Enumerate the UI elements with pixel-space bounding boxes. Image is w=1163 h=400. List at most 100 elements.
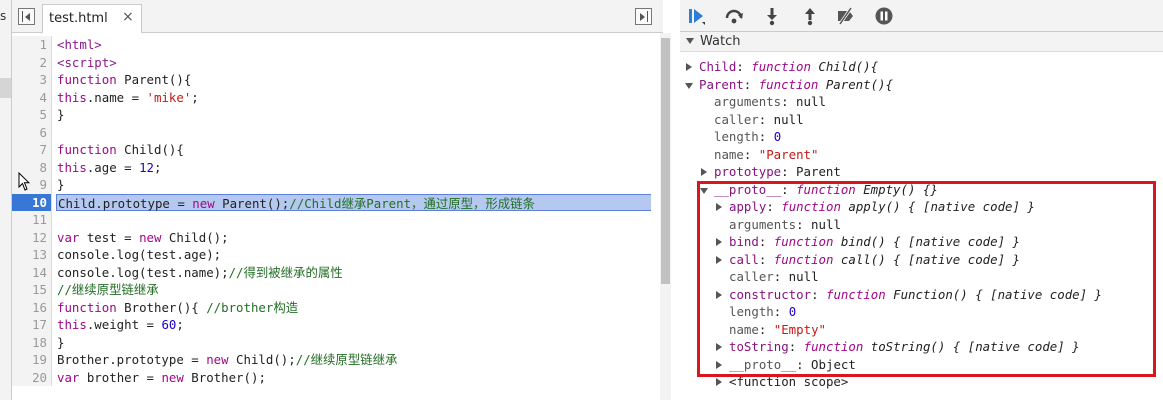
code-line[interactable]: 13 console.log(test.age);	[12, 246, 651, 264]
watch-token: name	[714, 146, 744, 162]
line-number[interactable]: 1	[12, 36, 52, 54]
code-line[interactable]: 2 <script>	[12, 53, 651, 72]
scrollbar-thumb[interactable]	[661, 38, 670, 284]
line-number[interactable]: 13	[12, 246, 52, 264]
code-line-paused[interactable]: 10 Child.prototype = new Parent();//Child…	[12, 193, 651, 211]
code-token: }	[57, 334, 65, 350]
line-number[interactable]: 2	[12, 53, 52, 71]
step-into-icon[interactable]	[762, 6, 782, 26]
watch-row-text: name: "Parent"	[714, 146, 818, 164]
watch-token: : null	[758, 111, 804, 127]
code-text: console.log(test.name);//得到被继承的属性	[57, 264, 343, 282]
watch-row: caller: null	[701, 111, 1163, 129]
watch-row[interactable]: Child: function Child(){	[686, 58, 1163, 76]
watch-row[interactable]: prototype: Parent	[701, 163, 1163, 181]
code-token: Parent();	[214, 195, 290, 211]
code-line[interactable]: 17 this.weight = 60;	[12, 316, 651, 334]
code-token: Child();	[228, 352, 296, 367]
line-number[interactable]: 11	[12, 211, 52, 229]
watch-row-text: caller: null	[714, 111, 804, 129]
code-line[interactable]: 6	[12, 123, 651, 141]
watch-token: :	[758, 129, 774, 144]
chevron-down-icon[interactable]	[685, 82, 693, 89]
pause-on-exceptions-icon[interactable]	[874, 6, 894, 26]
code-token: console.log(test.name);	[57, 264, 229, 280]
code-line[interactable]: 18}	[12, 333, 651, 351]
code-line[interactable]: 5}	[12, 106, 651, 124]
line-number[interactable]: 12	[12, 228, 52, 246]
code-line[interactable]: 12 var test = new Child();	[12, 228, 651, 246]
code-line[interactable]: 3 function Parent(){	[12, 71, 651, 89]
watch-token: prototype	[714, 164, 782, 179]
code-text: console.log(test.age);	[57, 246, 221, 264]
line-number[interactable]: 15	[12, 281, 52, 299]
step-out-icon[interactable]	[800, 6, 820, 26]
toggle-debugger-icon[interactable]	[635, 8, 652, 25]
file-tab[interactable]: test.html ×	[42, 4, 142, 33]
line-number[interactable]: 14	[12, 263, 52, 281]
code-token: brother =	[79, 369, 162, 385]
watch-row: name: "Parent"	[701, 146, 1163, 164]
watch-token: :	[743, 146, 759, 162]
code-token: .name =	[86, 89, 147, 105]
watch-token: function	[751, 59, 811, 74]
line-number[interactable]: 7	[12, 141, 52, 159]
line-number[interactable]: 16	[12, 298, 52, 316]
line-number[interactable]: 10	[12, 193, 52, 211]
line-number[interactable]: 17	[12, 316, 52, 334]
code-line[interactable]: 20 var brother = new Brother();	[12, 368, 651, 386]
editor-tab-bar: test.html ×	[12, 0, 663, 33]
code-token: Child.prototype =	[58, 195, 193, 211]
line-number[interactable]: 6	[12, 123, 52, 141]
toggle-navigator-icon[interactable]	[18, 8, 35, 25]
code-token: //继续原型链继承	[295, 352, 398, 367]
watch-row[interactable]: Parent: function Parent(){	[685, 76, 1163, 94]
code-token: function	[57, 142, 117, 157]
code-token: function	[57, 299, 117, 315]
code-token: Child(){	[116, 142, 184, 157]
left-strip-selection[interactable]	[0, 78, 11, 98]
code-line[interactable]: 15 //继续原型链继承	[12, 281, 651, 299]
line-number[interactable]: 3	[12, 71, 52, 89]
watch-token: Parent	[699, 76, 744, 92]
editor-scrollbar[interactable]	[660, 33, 671, 400]
line-number[interactable]: 18	[12, 333, 52, 351]
step-over-icon[interactable]	[724, 6, 744, 26]
code-token: 12	[139, 159, 154, 175]
watch-section-header[interactable]: Watch	[680, 32, 1163, 52]
code-token: Brother.prototype =	[57, 352, 207, 367]
code-line[interactable]: 9}	[12, 176, 651, 194]
deactivate-breakpoints-icon[interactable]	[836, 6, 856, 26]
code-token: //brother构造	[206, 299, 299, 315]
code-line[interactable]: 19 Brother.prototype = new Child();//继续原型…	[12, 351, 651, 369]
resume-icon[interactable]	[686, 6, 706, 26]
watch-row: length: 0	[701, 128, 1163, 146]
line-number[interactable]: 19	[12, 351, 52, 369]
watch-token: : null	[781, 94, 826, 109]
code-token: function	[57, 72, 117, 87]
line-number[interactable]: 5	[12, 106, 52, 124]
code-line[interactable]: 16 function Brother(){ //brother构造	[12, 298, 651, 316]
chevron-right-icon[interactable]	[716, 378, 722, 386]
code-line[interactable]: 11	[12, 211, 651, 229]
code-line[interactable]: 4 this.name = 'mike';	[12, 88, 651, 106]
left-strip-label: s	[0, 9, 7, 23]
code-text: Brother.prototype = new Child();//继续原型链继…	[57, 351, 397, 369]
code-area[interactable]: 1 <html> 2 <script> 3 function Parent(){4 this…	[12, 33, 651, 400]
code-line[interactable]: 8 this.age = 12;	[12, 158, 651, 176]
line-number[interactable]: 20	[12, 368, 52, 386]
code-token: 60	[161, 317, 177, 332]
watch-title: Watch	[700, 34, 741, 49]
code-token: .weight =	[86, 317, 162, 332]
code-token: Parent(){	[116, 72, 192, 87]
code-line[interactable]: 14 console.log(test.name);//得到被继承的属性	[12, 263, 651, 282]
chevron-down-icon[interactable]	[686, 38, 694, 44]
code-text: <script>	[57, 54, 117, 72]
chevron-right-icon[interactable]	[686, 63, 692, 71]
code-line[interactable]: 7 function Child(){	[12, 141, 651, 159]
chevron-right-icon[interactable]	[701, 168, 707, 176]
code-line[interactable]: 1 <html>	[12, 36, 651, 54]
close-icon[interactable]: ×	[122, 9, 134, 25]
line-number[interactable]: 4	[12, 88, 52, 106]
code-token: new	[206, 352, 229, 367]
